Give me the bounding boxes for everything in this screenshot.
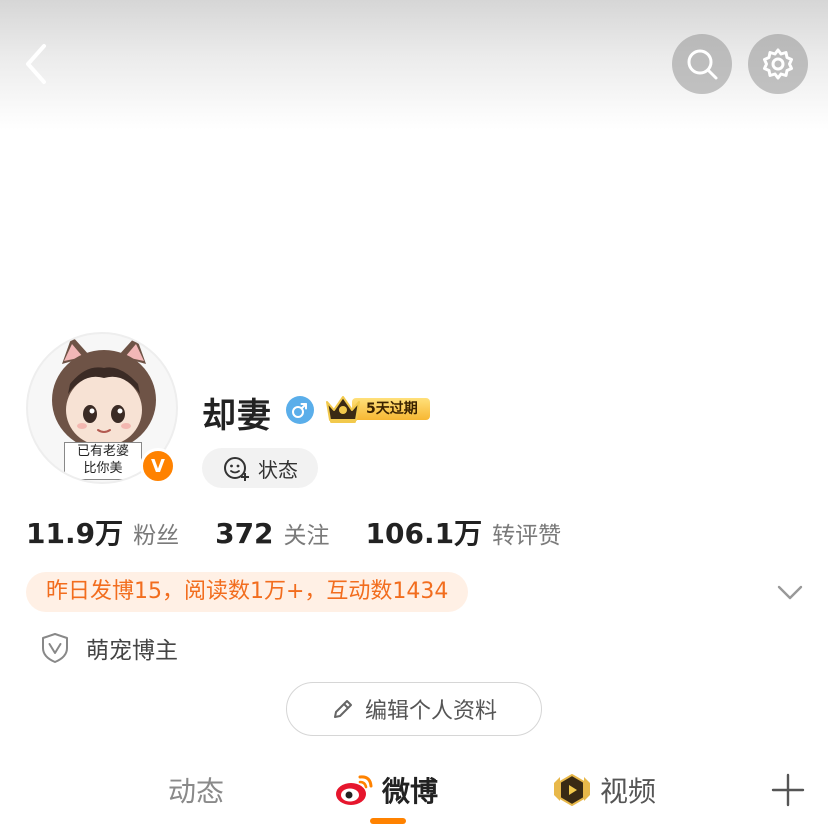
stat-value: 106.1万 bbox=[365, 517, 483, 550]
chevron-left-icon bbox=[26, 44, 46, 84]
stat-following[interactable]: 372 关注 bbox=[215, 516, 329, 550]
avatar-caption-line1: 已有老婆 bbox=[76, 444, 129, 459]
status-label: 状态 bbox=[258, 457, 298, 482]
tab-dongtai[interactable]: 动态 bbox=[168, 770, 224, 810]
stat-value: 372 bbox=[215, 517, 274, 550]
stat-likes[interactable]: 106.1万 转评赞 bbox=[366, 512, 562, 552]
stat-label: 关注 bbox=[283, 523, 330, 549]
gear-icon bbox=[763, 48, 793, 80]
pencil-icon bbox=[333, 700, 352, 718]
vip-expiry-label: 5天过期 bbox=[352, 398, 430, 420]
add-tab-button[interactable] bbox=[770, 772, 806, 808]
video-badge-icon bbox=[554, 774, 590, 806]
profile-stats: 11.9万 粉丝 372 关注 106.1万 转评赞 bbox=[26, 512, 597, 552]
shield-v-icon bbox=[42, 633, 68, 663]
stat-label: 转评赞 bbox=[492, 523, 562, 549]
stat-value: 11.9万 bbox=[26, 517, 124, 550]
avatar-caption: 已有老婆 比你美 bbox=[64, 442, 142, 480]
weibo-logo-icon bbox=[336, 775, 373, 805]
chevron-down-icon bbox=[777, 585, 803, 600]
edit-profile-label: 编辑个人资料 bbox=[364, 699, 497, 724]
tab-label: 微博 bbox=[382, 775, 439, 808]
tab-weibo[interactable]: 微博 bbox=[334, 770, 438, 810]
identity-tag[interactable]: 萌宠博主 bbox=[40, 628, 178, 668]
expand-button[interactable] bbox=[776, 578, 804, 606]
crown-icon bbox=[326, 396, 360, 423]
search-icon bbox=[687, 49, 718, 80]
tab-label: 动态 bbox=[168, 775, 225, 808]
tab-selected-indicator bbox=[370, 818, 406, 824]
stat-followers[interactable]: 11.9万 粉丝 bbox=[26, 512, 179, 552]
verified-badge: V bbox=[140, 448, 176, 484]
tab-label: 视频 bbox=[600, 775, 657, 808]
vip-membership-badge[interactable]: 5天过期 bbox=[324, 392, 440, 426]
tab-video[interactable]: 视频 bbox=[552, 770, 656, 810]
smiley-add-icon bbox=[224, 457, 249, 481]
status-button[interactable]: 状态 bbox=[202, 448, 318, 488]
avatar-container[interactable]: 已有老婆 比你美 V bbox=[26, 332, 178, 484]
male-icon bbox=[286, 396, 314, 424]
stat-label: 粉丝 bbox=[133, 523, 180, 549]
username: 却妻 bbox=[202, 396, 272, 436]
activity-summary[interactable]: 昨日发博15，阅读数1万+，互动数1434 bbox=[26, 572, 469, 612]
profile-tabs: 动态 微博 视频 bbox=[0, 764, 828, 828]
back-button[interactable] bbox=[18, 40, 62, 88]
verified-badge-mark: V bbox=[151, 455, 165, 477]
avatar-caption-line2: 比你美 bbox=[83, 461, 123, 476]
search-button[interactable] bbox=[672, 34, 732, 94]
settings-button[interactable] bbox=[748, 34, 808, 94]
edit-profile-button[interactable]: 编辑个人资料 bbox=[286, 682, 542, 736]
plus-icon bbox=[771, 773, 805, 807]
identity-tag-label: 萌宠博主 bbox=[86, 638, 178, 664]
